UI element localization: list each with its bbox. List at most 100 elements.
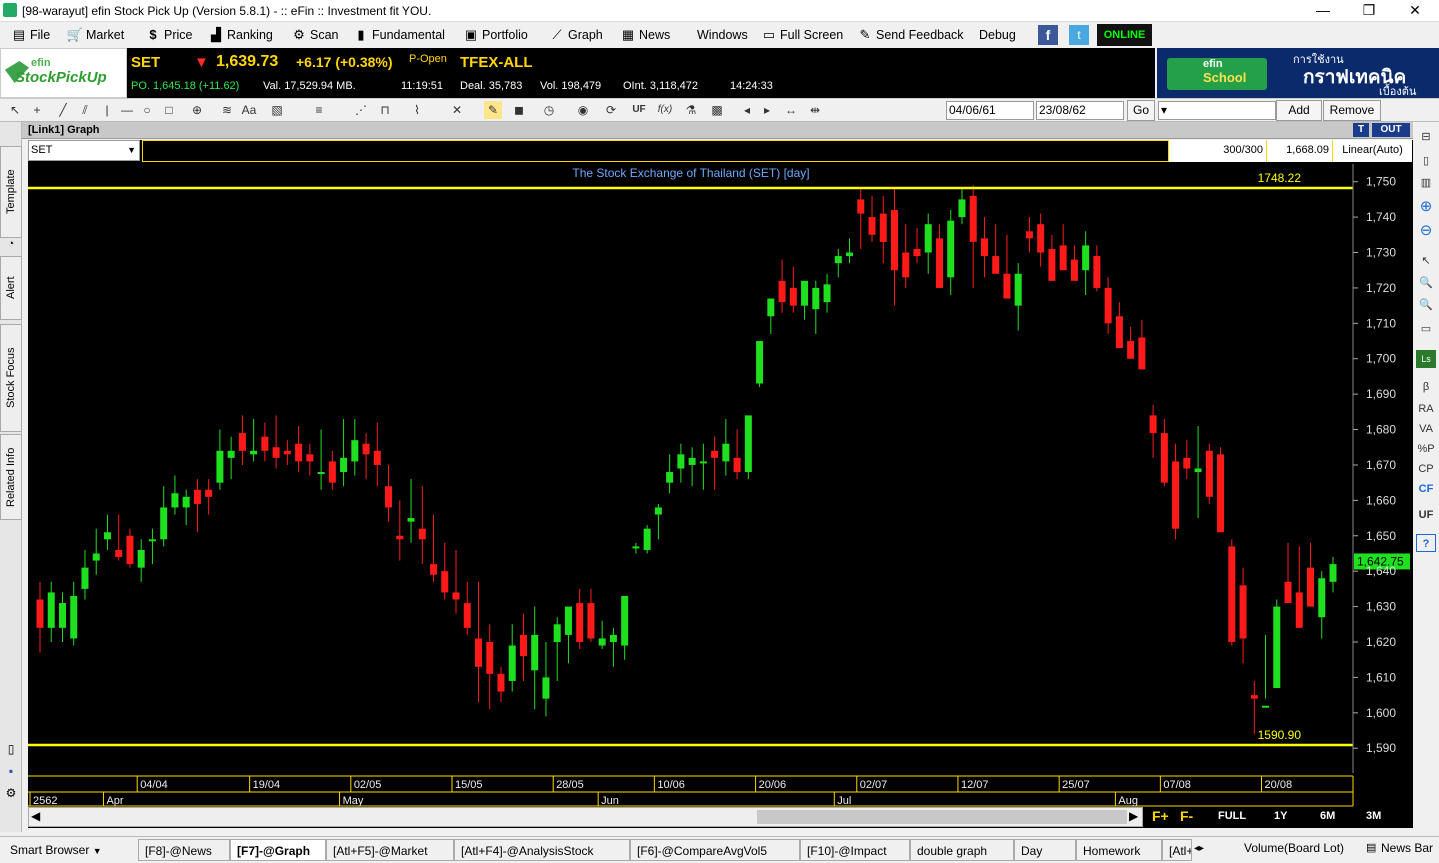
uf-icon[interactable]: UF — [630, 101, 648, 119]
fx-icon[interactable]: f(x) — [656, 101, 674, 119]
tab-homework[interactable]: Homework — [1076, 839, 1162, 861]
tab-stock-focus[interactable]: Stock Focus — [0, 324, 22, 432]
tab-day[interactable]: Day — [1014, 839, 1076, 861]
tab-compare-avg-vol5[interactable]: [F6]-@CompareAvgVol5 — [630, 839, 800, 861]
fill-tool-icon[interactable]: ▧ — [268, 101, 286, 119]
period-1y[interactable]: 1Y — [1274, 810, 1287, 822]
rectangle-tool-icon[interactable]: □ — [160, 101, 178, 119]
zoom-out-f-button[interactable]: F- — [1180, 808, 1193, 824]
eraser-icon[interactable]: ◼ — [510, 101, 528, 119]
tab-alert[interactable]: Alert — [0, 256, 22, 320]
horizontal-scrollbar[interactable]: ◀ ▶ — [28, 807, 1143, 827]
tab-market[interactable]: [Atl+F5]-@Market — [326, 839, 454, 861]
chart-type-icon[interactable]: ▥ — [1416, 174, 1436, 192]
scroll-right-icon[interactable]: ▶ — [1129, 809, 1138, 823]
zoom-in-icon[interactable]: 🔍 — [1416, 274, 1436, 292]
new-document-icon[interactable]: ▯ — [3, 742, 19, 758]
vertical-line-icon[interactable]: | — [98, 101, 116, 119]
va-icon[interactable]: VA — [1416, 420, 1436, 438]
help-icon[interactable]: ? — [1416, 534, 1436, 552]
menu-price[interactable]: $ Price — [144, 22, 192, 48]
expand-icon[interactable]: ↔ — [782, 101, 800, 119]
ls-icon[interactable]: Ls — [1416, 350, 1436, 368]
tab-impact[interactable]: [F10]-@Impact — [800, 839, 910, 861]
menu-file[interactable]: ▤ File — [10, 22, 50, 48]
beta-icon[interactable]: β — [1416, 378, 1436, 396]
twitter-icon[interactable]: t — [1069, 25, 1089, 45]
uf-side-icon[interactable]: UF — [1416, 506, 1436, 524]
symbol-select[interactable]: SET ▼ — [28, 140, 140, 161]
scroll-thumb[interactable] — [757, 810, 1127, 824]
pencil-icon[interactable]: ✎ — [484, 101, 502, 119]
menu-ranking[interactable]: ▟ Ranking — [207, 22, 273, 48]
t-button[interactable]: T — [1353, 123, 1369, 137]
settings-icon[interactable]: ⚙ — [3, 786, 19, 802]
template-select[interactable]: ▾ — [1158, 101, 1276, 120]
period-3m[interactable]: 3M — [1366, 810, 1381, 822]
cursor-mode-icon[interactable]: ↖ — [1416, 252, 1436, 270]
smart-browser-dropdown[interactable]: Smart Browser ▼ — [4, 839, 108, 861]
magnet-icon[interactable]: ⊓ — [376, 101, 394, 119]
arrow-left-icon[interactable]: ◂ — [738, 101, 756, 119]
scroll-left-icon[interactable]: ◀ — [31, 809, 40, 823]
chart-area[interactable]: 1748.22 1590.90 1,642.75 1,590 1,600 1,610 1,… — [28, 140, 1413, 828]
palette-icon[interactable]: ◉ — [574, 101, 592, 119]
menu-graph[interactable]: ⟋ Graph — [548, 22, 602, 48]
menu-market[interactable]: 🛒 Market — [66, 22, 124, 48]
delete-tool-icon[interactable]: ✕ — [448, 101, 466, 119]
tab-template[interactable]: Template — [0, 146, 22, 238]
scale-mode[interactable]: Linear(Auto) — [1332, 140, 1412, 162]
menu-news[interactable]: ▦ News — [619, 22, 670, 48]
menu-send-feedback[interactable]: ✎ Send Feedback — [856, 22, 964, 48]
clock-icon[interactable]: ◷ — [540, 101, 558, 119]
parallel-line-icon[interactable]: ⫽ — [76, 101, 94, 119]
text-tool-icon[interactable]: Aa — [240, 101, 258, 119]
cp-icon[interactable]: CP — [1416, 460, 1436, 478]
minimize-button[interactable]: — — [1300, 0, 1346, 22]
efin-school-banner[interactable]: efin School การใช้งาน กราฟเทคนิค เบื้องต… — [1157, 48, 1439, 98]
crosshair-icon[interactable]: + — [28, 101, 46, 119]
tab-news[interactable]: [F8]-@News — [138, 839, 230, 861]
save-icon[interactable]: ▪ — [3, 764, 19, 780]
out-button[interactable]: OUT — [1372, 123, 1410, 137]
menu-fundamental[interactable]: ▮ Fundamental — [352, 22, 445, 48]
date-from-field[interactable]: 04/06/61 — [946, 101, 1034, 120]
line-weight-icon[interactable]: ≡ — [310, 101, 328, 119]
maximize-button[interactable]: ❐ — [1346, 0, 1392, 22]
add-circle-icon[interactable]: ⊕ — [1416, 198, 1436, 216]
remove-circle-icon[interactable]: ⊖ — [1416, 222, 1436, 240]
tab-double-graph[interactable]: double graph — [910, 839, 1014, 861]
zoom-in-f-button[interactable]: F+ — [1152, 808, 1169, 824]
shrink-icon[interactable]: ⇹ — [806, 101, 824, 119]
doc-icon[interactable]: ▯ — [1416, 152, 1436, 170]
cf-icon[interactable]: CF — [1416, 480, 1436, 498]
menu-debug[interactable]: Debug — [979, 22, 1016, 48]
horizontal-line-icon[interactable]: — — [118, 101, 136, 119]
percent-p-icon[interactable]: %P — [1416, 440, 1436, 458]
candlestick-chart[interactable]: 1748.221590.901,642.75 1,5901,6001,6101,… — [28, 140, 1413, 828]
indicator-icon[interactable]: ⚗ — [682, 101, 700, 119]
period-6m[interactable]: 6M — [1320, 810, 1335, 822]
tab-more[interactable]: [Atl+ — [1162, 839, 1192, 861]
tab-analysis-stock[interactable]: [Atl+F4]-@AnalysisStock — [454, 839, 630, 861]
pointer-icon[interactable]: ↖ — [6, 101, 24, 119]
tab-graph[interactable]: [F7]-@Graph — [230, 839, 326, 861]
wave-tool-icon[interactable]: ⌇ — [408, 101, 426, 119]
period-full[interactable]: FULL — [1218, 810, 1246, 822]
ra-icon[interactable]: RA — [1416, 400, 1436, 418]
tab-related-info[interactable]: Related Info — [0, 434, 22, 520]
window-icon[interactable]: ▭ — [1416, 320, 1436, 338]
shape-dropdown-icon[interactable]: ⊕ — [188, 101, 206, 119]
refresh-icon[interactable]: ⟳ — [602, 101, 620, 119]
image-icon[interactable]: ▩ — [708, 101, 726, 119]
menu-windows[interactable]: Windows — [697, 22, 748, 48]
news-bar-label[interactable]: News Bar — [1381, 841, 1433, 855]
line-tool-icon[interactable]: ╱ — [54, 101, 72, 119]
facebook-icon[interactable]: f — [1038, 25, 1058, 45]
tfex-label[interactable]: TFEX-ALL — [460, 54, 533, 71]
circle-tool-icon[interactable]: ○ — [138, 101, 156, 119]
fibonacci-icon[interactable]: ≋ — [218, 101, 236, 119]
menu-portfolio[interactable]: ▣ Portfolio — [462, 22, 528, 48]
close-button[interactable]: ✕ — [1392, 0, 1438, 22]
tabs-scroll-arrows-icon[interactable]: ◂▸ — [1194, 843, 1204, 854]
